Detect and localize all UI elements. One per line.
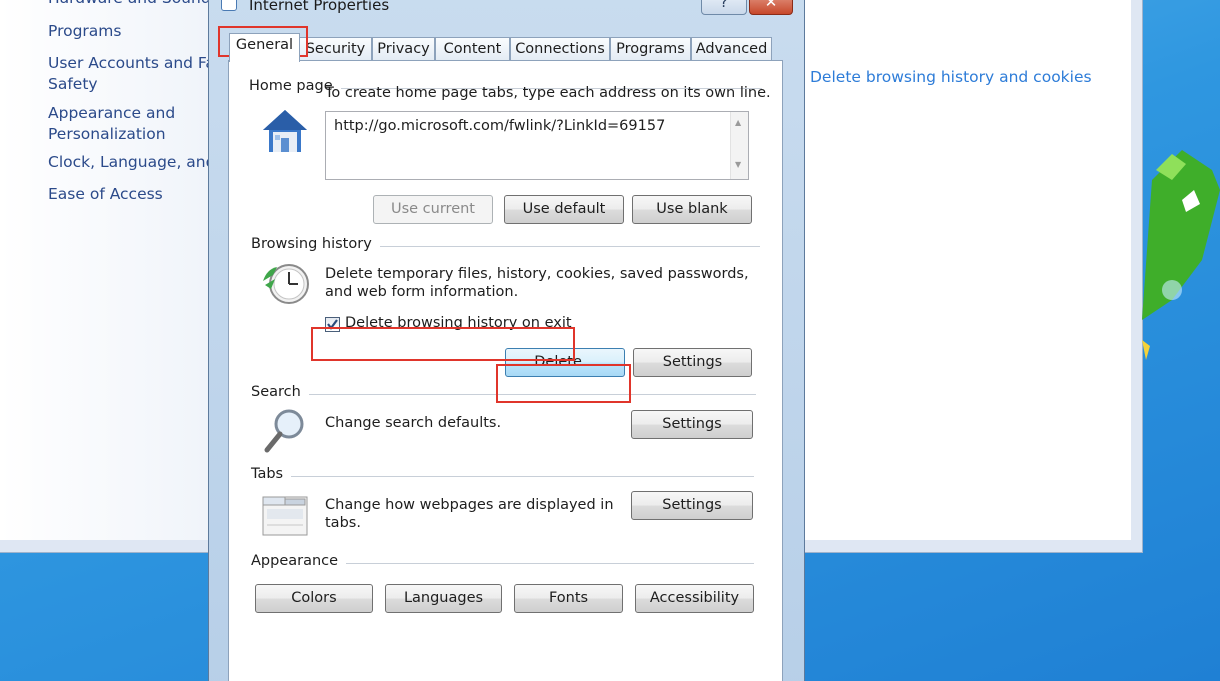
browsing-history-description-line2: and web form information. — [325, 284, 519, 300]
scroll-down-icon[interactable]: ▼ — [735, 160, 741, 169]
browsing-history-settings-button[interactable]: Settings — [633, 348, 752, 377]
use-blank-button[interactable]: Use blank — [632, 195, 752, 224]
tab-privacy[interactable]: Privacy — [372, 37, 435, 61]
use-default-button[interactable]: Use default — [504, 195, 624, 224]
scroll-up-icon[interactable]: ▲ — [735, 118, 741, 127]
home-page-scrollbar[interactable]: ▲ ▼ — [730, 112, 748, 179]
cp-link-user-accounts[interactable]: User Accounts and Fa — [48, 53, 215, 74]
cp-link-clock-language[interactable]: Clock, Language, and — [48, 152, 215, 173]
checkmark-icon — [327, 319, 338, 330]
tabs-divider — [251, 476, 754, 477]
search-description: Change search defaults. — [325, 415, 502, 431]
home-page-description: To create home page tabs, type each addr… — [325, 85, 771, 101]
dialog-title: Internet Properties — [249, 0, 390, 14]
delete-on-exit-label: Delete browsing history on exit — [345, 315, 572, 331]
languages-button[interactable]: Languages — [385, 584, 502, 613]
delete-button[interactable]: Delete... — [505, 348, 625, 377]
home-page-textarea[interactable]: http://go.microsoft.com/fwlink/?LinkId=6… — [325, 111, 749, 180]
accessibility-button[interactable]: Accessibility — [635, 584, 754, 613]
tab-security[interactable]: Security — [299, 37, 372, 61]
tabs-icon — [262, 496, 308, 536]
tabs-settings-button[interactable]: Settings — [631, 491, 753, 520]
tab-general[interactable]: General — [229, 33, 300, 62]
search-label: Search — [251, 384, 309, 400]
tabs-description-line2: tabs. — [325, 515, 361, 531]
cp-link-hardware-sound[interactable]: Hardware and Sound — [48, 0, 211, 9]
control-panel-categories: Hardware and Sound Programs User Account… — [0, 0, 215, 540]
cp-link-user-accounts-line2[interactable]: Safety — [48, 74, 98, 95]
cp-link-ease-of-access[interactable]: Ease of Access — [48, 184, 163, 205]
cp-link-appearance-line2[interactable]: Personalization — [48, 124, 166, 145]
cp-link-appearance[interactable]: Appearance and — [48, 103, 175, 124]
tab-content[interactable]: Content — [435, 37, 510, 61]
magnifier-icon — [264, 409, 304, 453]
cp-link-programs[interactable]: Programs — [48, 21, 121, 42]
use-current-button[interactable]: Use current — [373, 195, 493, 224]
appearance-label: Appearance — [251, 553, 347, 569]
tab-connections[interactable]: Connections — [510, 37, 610, 61]
general-tab-panel: Home page To create home page tabs, type… — [228, 60, 783, 681]
tabs-description-line1: Change how webpages are displayed in — [325, 497, 614, 513]
fonts-button[interactable]: Fonts — [514, 584, 623, 613]
title-bar[interactable]: Internet Properties ? ✕ — [209, 0, 804, 15]
home-icon — [263, 110, 307, 152]
tabs-label: Tabs — [251, 466, 292, 482]
desktop-wallpaper-leaf — [1142, 150, 1220, 360]
tab-advanced[interactable]: Advanced — [691, 37, 772, 61]
clock-history-icon — [263, 264, 309, 304]
internet-properties-dialog: Internet Properties ? ✕ General Security… — [208, 0, 805, 681]
browsing-history-description-line1: Delete temporary files, history, cookies… — [325, 266, 749, 282]
delete-on-exit-checkbox[interactable] — [325, 317, 340, 332]
control-panel-results: Delete browsing history and cookies — [805, 0, 1131, 540]
home-page-url: http://go.microsoft.com/fwlink/?LinkId=6… — [334, 118, 666, 134]
browsing-history-label: Browsing history — [251, 236, 380, 252]
internet-options-icon — [221, 0, 237, 11]
close-button[interactable]: ✕ — [749, 0, 793, 15]
colors-button[interactable]: Colors — [255, 584, 373, 613]
search-settings-button[interactable]: Settings — [631, 410, 753, 439]
search-divider — [251, 394, 756, 395]
delete-history-cookies-link[interactable]: Delete browsing history and cookies — [810, 68, 1092, 86]
help-button[interactable]: ? — [701, 0, 747, 15]
tab-programs[interactable]: Programs — [610, 37, 691, 61]
